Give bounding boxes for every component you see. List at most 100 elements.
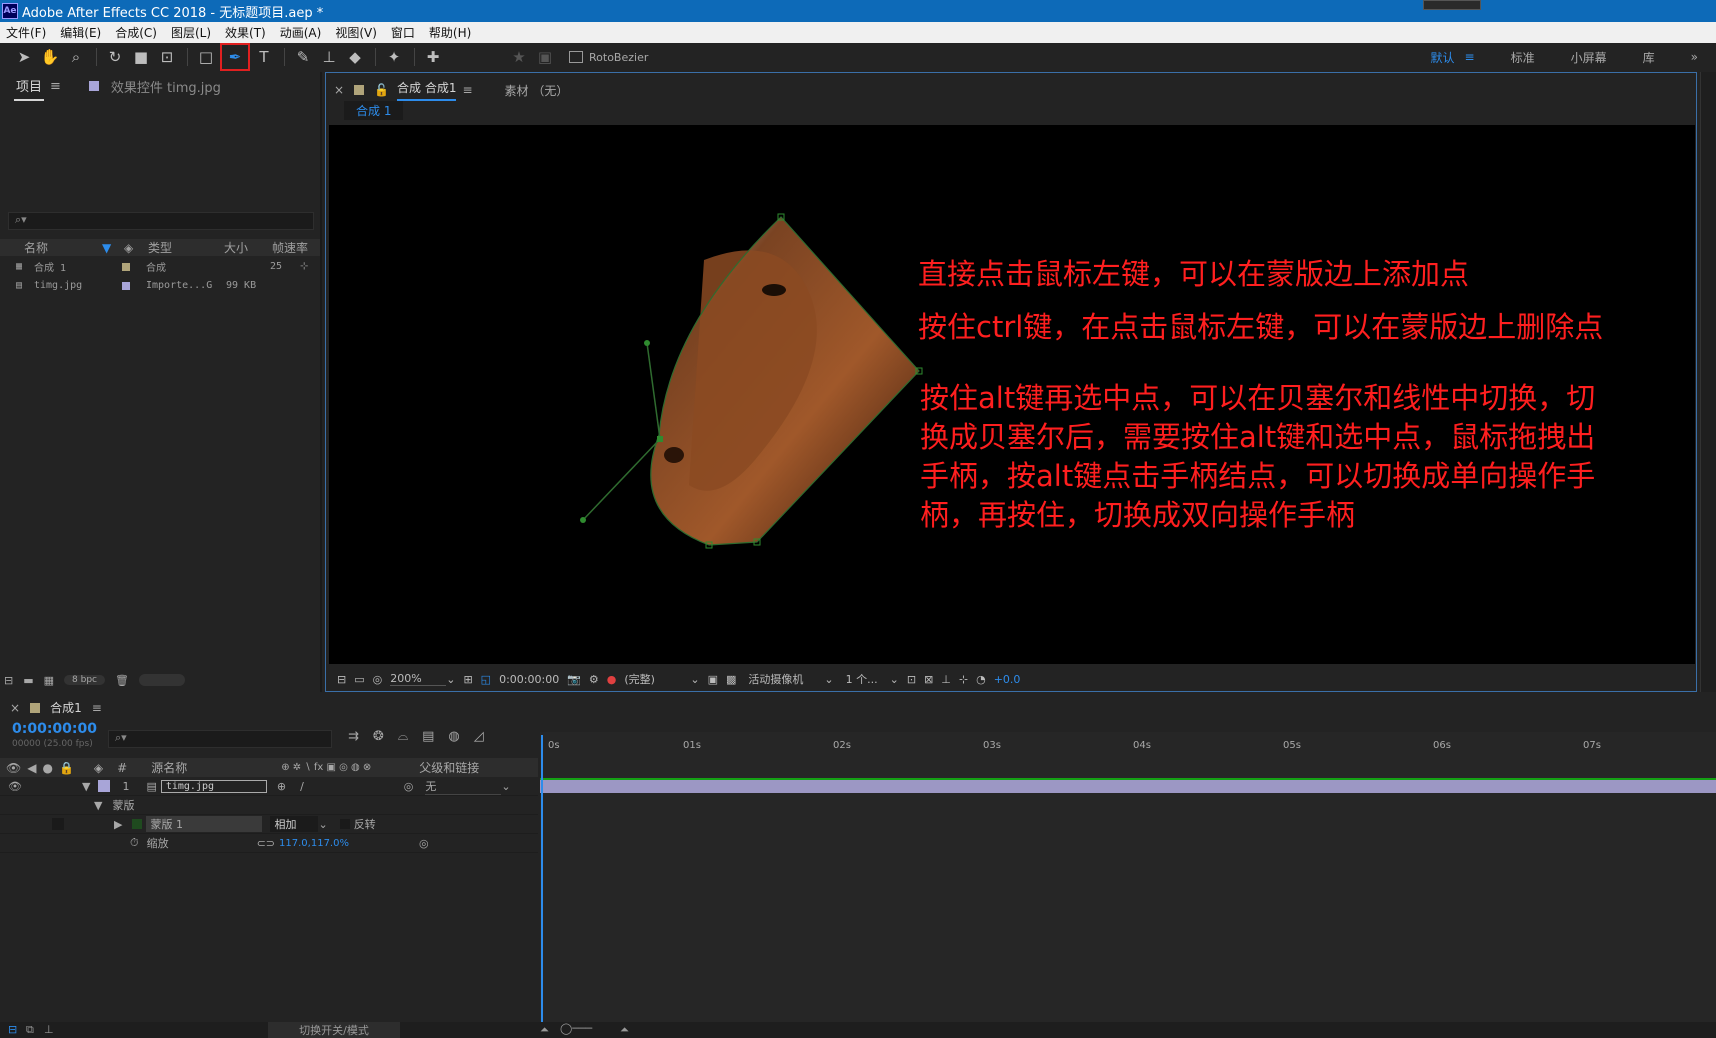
lock-icon[interactable]: 🔒	[59, 761, 74, 775]
zoom-tool-icon[interactable]: ⌕	[64, 46, 88, 68]
visibility-eye-icon[interactable]: 👁	[8, 780, 22, 793]
chevron-down-icon[interactable]: ⌄	[318, 818, 327, 831]
mask-visibility-box[interactable]	[52, 818, 64, 830]
tab-project[interactable]: 项目	[14, 72, 45, 101]
col-fps[interactable]: 帧速率	[272, 239, 308, 256]
pickwhip-icon[interactable]: ◎	[404, 780, 414, 793]
roto-brush-tool-icon[interactable]: ✦	[382, 46, 406, 68]
snap-icon[interactable]: ▣	[533, 46, 557, 68]
safe-zones-icon[interactable]: ⊞	[463, 673, 472, 686]
bpc-toggle[interactable]: 8 bpc	[64, 675, 105, 685]
mask-color-swatch[interactable]	[132, 819, 143, 829]
channel-icon[interactable]: ●	[607, 673, 617, 686]
zoom-select[interactable]: 200%	[390, 672, 447, 686]
current-time[interactable]: 0:00:00:00	[499, 673, 559, 686]
panel-menu-icon[interactable]: ≡	[462, 83, 472, 97]
transfer-controls-icon[interactable]: ⧉	[26, 1023, 34, 1037]
exposure-value[interactable]: +0.0	[994, 673, 1021, 686]
workspace-small[interactable]: 小屏幕	[1571, 49, 1607, 66]
toggle-pixel-icon[interactable]: ⊡	[907, 673, 916, 686]
project-item-footage[interactable]: ▤ timg.jpg Importe...G 99 KB	[0, 276, 320, 295]
zoom-out-icon[interactable]: ⏶	[540, 1023, 549, 1037]
zoom-in-icon[interactable]: ⏶	[620, 1023, 629, 1037]
workspace-standard[interactable]: 标准	[1511, 49, 1535, 66]
lock-icon[interactable]: 🔓	[374, 83, 389, 97]
flowchart-icon[interactable]: ⊹	[959, 673, 968, 686]
expand-arrow-icon[interactable]: ▼	[94, 799, 102, 812]
clone-stamp-tool-icon[interactable]: ⊥	[317, 46, 341, 68]
resolution-select[interactable]: (完整)	[624, 671, 690, 687]
project-item-comp[interactable]: ▦ 合成 1 合成 25 ⊹	[0, 257, 320, 276]
stopwatch-icon[interactable]: ⏱	[130, 836, 139, 850]
eraser-tool-icon[interactable]: ◆	[343, 46, 367, 68]
timeline-icon[interactable]: ⊥	[941, 673, 951, 686]
time-ruler[interactable]: 0s 01s 02s 03s 04s 05s 06s 07s	[540, 732, 1716, 758]
close-icon[interactable]: ×	[10, 701, 20, 715]
camera-tool-icon[interactable]: ■	[129, 46, 153, 68]
pen-tool-icon[interactable]: ✒	[220, 43, 250, 71]
more-workspaces-icon[interactable]: »	[1691, 50, 1698, 64]
layer-duration-bar[interactable]	[540, 778, 1716, 793]
window-controls[interactable]	[1423, 0, 1481, 10]
close-icon[interactable]: ×	[334, 83, 344, 97]
sort-arrow-icon[interactable]: ▼	[102, 241, 124, 255]
tab-effect-controls[interactable]: 效果控件 timg.jpg	[111, 77, 221, 96]
rectangle-tool-icon[interactable]: □	[194, 46, 218, 68]
time-zoom-slider[interactable]: ◯───	[560, 1022, 592, 1035]
menu-help[interactable]: 帮助(H)	[429, 24, 471, 41]
mask-visibility-icon[interactable]: ◎	[373, 673, 383, 686]
snapshot-icon[interactable]: 📷	[567, 673, 581, 686]
col-parent[interactable]: 父级和链接	[419, 759, 479, 776]
quality-switch-icon[interactable]: ∕	[300, 780, 304, 793]
comp-canvas[interactable]: 直接点击鼠标左键，可以在蒙版边上添加点 按住ctrl键，在点击鼠标左键，可以在蒙…	[329, 125, 1695, 664]
solo-icon[interactable]: ●	[42, 761, 52, 775]
pan-behind-tool-icon[interactable]: ⊡	[155, 46, 179, 68]
comp-breadcrumb[interactable]: 合成 1	[344, 101, 404, 120]
in-out-icon[interactable]: ⊥	[44, 1023, 54, 1036]
chevron-down-icon[interactable]: ⌄	[690, 673, 699, 686]
brush-tool-icon[interactable]: ✎	[291, 46, 315, 68]
masks-group-row[interactable]: ▼ 蒙版	[0, 796, 538, 815]
views-select[interactable]: 1 个...	[846, 671, 890, 687]
audio-icon[interactable]: ◀	[27, 761, 36, 775]
workspace-menu-icon[interactable]: ≡	[1465, 50, 1475, 64]
chevron-down-icon[interactable]: ⌄	[501, 780, 510, 793]
type-tool-icon[interactable]: T	[252, 46, 276, 68]
monitor-icon[interactable]: ▭	[354, 673, 364, 686]
menu-layer[interactable]: 图层(L)	[171, 24, 211, 41]
layer-label-swatch[interactable]	[98, 780, 111, 792]
scale-row[interactable]: ⏱ 缩放 ⊂⊃ 117.0,117.0% ◎	[0, 834, 538, 853]
chevron-down-icon[interactable]: ⌄	[890, 673, 899, 686]
interpret-footage-icon[interactable]: ⊟	[4, 674, 13, 687]
layer-name[interactable]: timg.jpg	[160, 779, 267, 793]
reset-exposure-icon[interactable]: ◔	[976, 673, 986, 686]
scale-value[interactable]: 117.0,117.0%	[279, 838, 349, 849]
always-preview-icon[interactable]: ⊟	[337, 673, 346, 686]
menu-edit[interactable]: 编辑(E)	[60, 24, 101, 41]
new-comp-icon[interactable]: ▦	[44, 674, 54, 687]
current-time-indicator[interactable]	[541, 735, 543, 1025]
trash-icon[interactable]: 🗑	[115, 674, 129, 687]
layer-switches-icon[interactable]: ⊟	[8, 1023, 17, 1036]
panel-menu-icon[interactable]: ≡	[50, 79, 61, 94]
timeline-search-input[interactable]: ⌕▾	[108, 730, 332, 748]
timeline-timecode[interactable]: 0:00:00:00	[12, 721, 97, 737]
motion-blur-icon[interactable]: ◍	[448, 729, 459, 744]
thumbnail-slider[interactable]	[138, 674, 185, 686]
col-type[interactable]: 类型	[148, 239, 224, 256]
parent-select[interactable]: 无	[425, 778, 502, 795]
toggle-switches-modes[interactable]: 切换开关/模式	[268, 1022, 400, 1038]
shy-switch-icon[interactable]: ⊕	[277, 780, 286, 793]
project-search-input[interactable]: ⌕▾	[8, 212, 314, 230]
selection-tool-icon[interactable]: ➤	[12, 46, 36, 68]
timeline-tracks[interactable]	[540, 758, 1716, 1023]
hand-tool-icon[interactable]: ✋	[38, 46, 62, 68]
collapse-arrow-icon[interactable]: ▶	[114, 818, 122, 831]
tab-composition[interactable]: 合成 合成1	[397, 79, 457, 101]
menu-effect[interactable]: 效果(T)	[225, 24, 266, 41]
invert-checkbox[interactable]	[339, 819, 350, 829]
comp-mini-flowchart-icon[interactable]: ⇉	[348, 729, 359, 744]
expression-pickwhip-icon[interactable]: ◎	[419, 837, 429, 850]
menu-window[interactable]: 窗口	[391, 24, 415, 41]
chevron-down-icon[interactable]: ⌄	[824, 673, 833, 686]
